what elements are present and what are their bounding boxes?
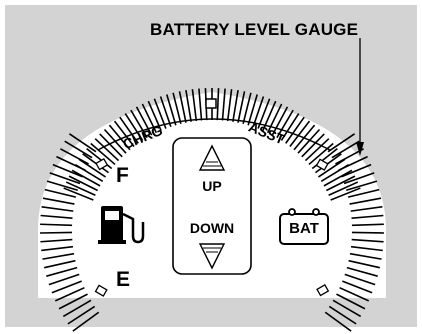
- cluster-dial: [38, 38, 386, 332]
- fuel-segment: [62, 299, 92, 318]
- fuel-empty-label: E: [116, 268, 131, 291]
- fuel-segment: [40, 223, 73, 227]
- battery-segment: [324, 311, 352, 332]
- fuel-segment: [67, 305, 96, 325]
- fuel-segment: [72, 311, 100, 332]
- battery-segment: [351, 231, 384, 234]
- instrument-cluster-figure: BATTERY LEVEL GAUGE CHRG ASST F E UP DOW…: [0, 0, 422, 334]
- up-label: UP: [202, 178, 222, 194]
- battery-segment: [328, 305, 357, 325]
- center-marker: [205, 98, 217, 109]
- fuel-full-label: F: [116, 164, 129, 187]
- down-label: DOWN: [189, 220, 235, 236]
- fuel-segment: [40, 231, 73, 234]
- battery-segment: [351, 223, 384, 227]
- battery-segment: [332, 299, 362, 318]
- battery-label: BAT: [289, 220, 319, 237]
- callout-label: BATTERY LEVEL GAUGE: [150, 20, 359, 39]
